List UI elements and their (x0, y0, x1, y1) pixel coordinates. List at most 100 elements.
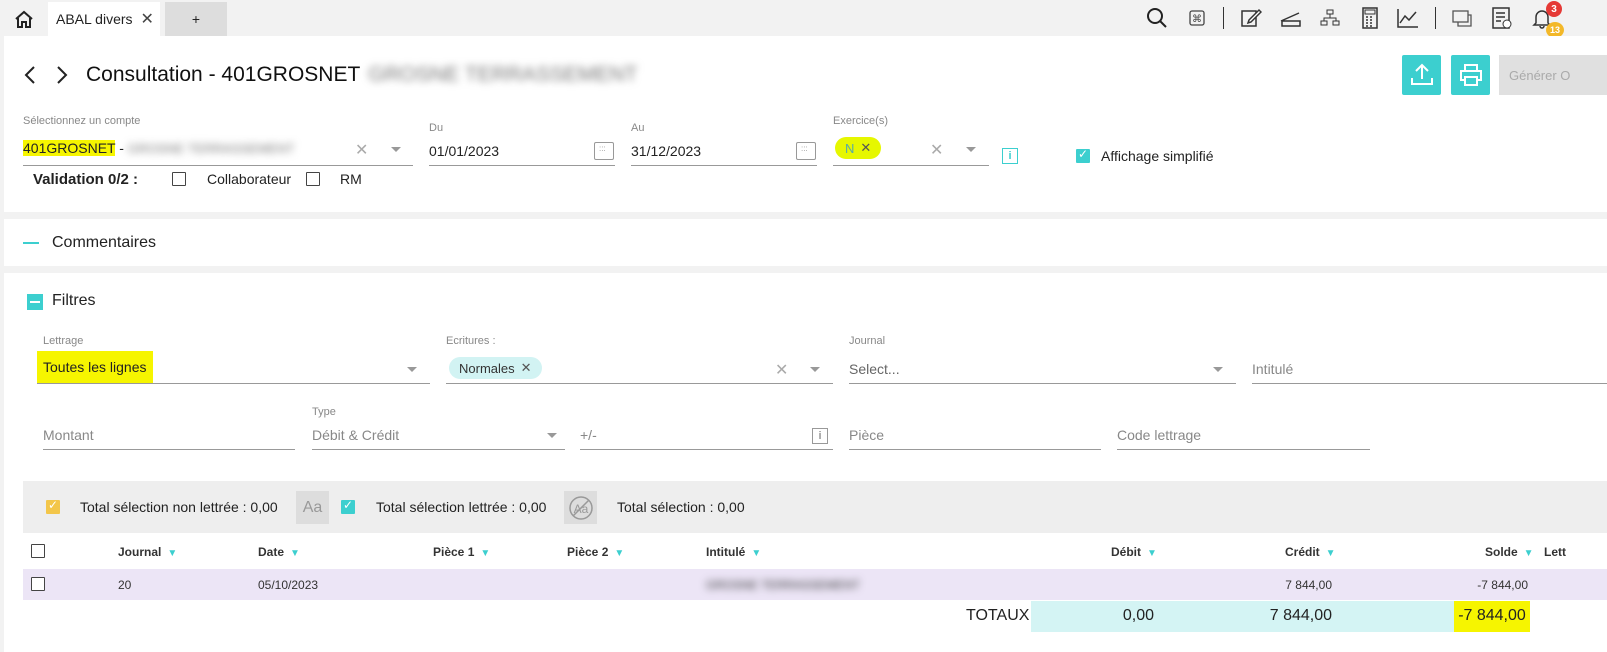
remove-chip-icon[interactable]: ✕ (521, 360, 532, 376)
aa-label: Aa (302, 498, 323, 516)
code-lettrage-placeholder: Code lettrage (1117, 427, 1202, 443)
simplified-view-checkbox[interactable] (1076, 147, 1090, 163)
upload-icon (1410, 63, 1433, 85)
top-bar: ABAL divers ✕ + ⌘ 3 13 (0, 0, 1607, 38)
org-chart-icon[interactable] (1318, 6, 1342, 30)
from-date-value: 01/01/2023 (429, 143, 500, 159)
chevron-down-icon[interactable] (810, 367, 820, 372)
chevron-down-icon[interactable] (391, 147, 401, 152)
journal-select[interactable]: Select... (849, 352, 1236, 384)
print-button[interactable] (1451, 55, 1490, 95)
rm-checkbox[interactable] (306, 172, 320, 186)
add-tab-button[interactable]: + (165, 2, 227, 36)
row-checkbox[interactable] (31, 577, 45, 591)
select-all-checkbox[interactable] (31, 544, 45, 558)
search-icon[interactable] (1145, 6, 1169, 30)
totals-label: TOTAUX (966, 607, 1030, 624)
total-selection: Total sélection : 0,00 (617, 499, 745, 515)
column-header-date[interactable]: Date ▼ (258, 545, 300, 559)
montant-placeholder: Montant (43, 427, 94, 443)
intitule-field[interactable]: Intitulé (1252, 352, 1607, 384)
from-date-field[interactable]: 01/01/2023 (429, 136, 615, 166)
unletter-icon: Aa (568, 495, 593, 520)
calendar-icon[interactable] (796, 142, 816, 160)
chevron-down-icon[interactable] (966, 147, 976, 152)
scanner-icon[interactable] (1279, 6, 1303, 30)
plus-minus-field[interactable]: +/- (580, 418, 833, 450)
chevron-down-icon[interactable] (547, 433, 557, 438)
column-header-credit[interactable]: Crédit ▼ (1285, 545, 1336, 559)
home-button[interactable] (4, 2, 43, 35)
comments-title[interactable]: Commentaires (52, 234, 156, 252)
collapse-icon[interactable] (23, 242, 39, 244)
code-lettrage-field[interactable]: Code lettrage (1117, 418, 1370, 450)
validation-label: Validation 0/2 : (33, 171, 139, 188)
remove-chip-icon[interactable]: ✕ (860, 140, 871, 156)
column-header-piece2[interactable]: Pièce 2 ▼ (567, 545, 624, 559)
cell-credit: 7 844,00 (1285, 578, 1332, 592)
title-row: Consultation - 401GROSNET GROSNE TERRASS… (22, 60, 637, 90)
info-icon[interactable]: i (812, 428, 828, 444)
lettrage-value: Toutes les lignes (37, 351, 153, 383)
non-lettree-checkbox[interactable] (46, 498, 60, 514)
ecritures-chip-label: Normales (459, 360, 515, 376)
rm-label: RM (340, 171, 362, 187)
generate-button[interactable]: Générer O (1499, 55, 1607, 95)
toolbar-divider (1435, 7, 1436, 29)
type-value: Débit & Crédit (312, 427, 400, 443)
clear-account-icon[interactable]: ✕ (355, 140, 368, 160)
collaborateur-label: Collaborateur (207, 171, 292, 187)
account-separator: - (115, 140, 128, 156)
edit-icon[interactable] (1239, 6, 1263, 30)
exercise-chip[interactable]: N ✕ (835, 137, 882, 159)
chart-icon[interactable] (1396, 6, 1420, 30)
journal-label: Journal (849, 335, 886, 347)
column-header-solde[interactable]: Solde ▼ (1485, 545, 1534, 559)
comments-panel (4, 219, 1607, 266)
column-header-journal[interactable]: Journal ▼ (118, 545, 177, 559)
exercise-chip-label: N (845, 140, 855, 156)
to-date-field[interactable]: 31/12/2023 (631, 136, 817, 166)
calculator-icon[interactable] (1358, 6, 1382, 30)
forward-arrow-icon[interactable] (54, 64, 70, 86)
type-label: Type (312, 406, 336, 418)
chat-icon[interactable] (1451, 6, 1475, 30)
export-button[interactable] (1402, 55, 1441, 95)
type-select[interactable]: Débit & Crédit (312, 418, 565, 450)
cell-solde: -7 844,00 (1477, 578, 1528, 592)
chevron-down-icon[interactable] (1213, 367, 1223, 372)
aa-button[interactable]: Aa (296, 491, 329, 524)
montant-field[interactable]: Montant (43, 418, 295, 450)
printer-icon (1459, 64, 1482, 86)
journal-placeholder: Select... (849, 361, 900, 377)
simplified-view-label: Affichage simplifié (1101, 148, 1214, 164)
lettrage-select[interactable]: Toutes les lignes (37, 350, 430, 384)
back-arrow-icon[interactable] (22, 64, 38, 86)
lettree-checkbox[interactable] (341, 498, 355, 514)
from-date-label: Du (429, 122, 444, 134)
unletter-button[interactable]: Aa (564, 491, 597, 524)
column-header-piece1[interactable]: Pièce 1 ▼ (433, 545, 490, 559)
clear-ecritures-icon[interactable]: ✕ (775, 360, 788, 380)
ecritures-chip[interactable]: Normales ✕ (449, 357, 542, 379)
column-header-lett[interactable]: Lett (1544, 545, 1566, 559)
toolbar-divider (1223, 7, 1224, 29)
calendar-icon[interactable] (594, 142, 614, 160)
clear-exercise-icon[interactable]: ✕ (930, 140, 943, 160)
checklist-icon[interactable] (1490, 6, 1514, 30)
shortcut-icon[interactable]: ⌘ (1185, 6, 1209, 30)
piece-field[interactable]: Pièce (849, 418, 1101, 450)
chevron-down-icon[interactable] (407, 367, 417, 372)
collapse-filters-icon[interactable] (27, 294, 43, 310)
collaborateur-checkbox[interactable] (172, 172, 186, 186)
close-icon[interactable]: ✕ (141, 9, 154, 29)
column-header-intitule[interactable]: Intitulé ▼ (706, 545, 761, 559)
tab-abal-divers[interactable]: ABAL divers ✕ (48, 2, 160, 36)
cell-intitule-blurred: GROSNE TERRASSEMENT (706, 578, 860, 592)
column-header-debit[interactable]: Débit ▼ (1111, 545, 1157, 559)
svg-text:⌘: ⌘ (1192, 14, 1202, 25)
info-icon[interactable]: i (1002, 148, 1018, 164)
filters-title: Filtres (52, 292, 96, 309)
cell-journal: 20 (118, 578, 132, 592)
total-lettree: Total sélection lettrée : 0,00 (376, 499, 547, 515)
